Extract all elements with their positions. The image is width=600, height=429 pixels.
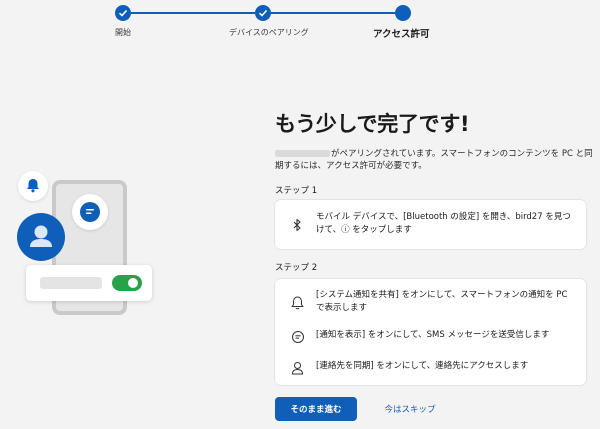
progress-stepper: 開始 デバイスのペアリング アクセス許可 — [0, 0, 600, 50]
placeholder-bar — [40, 277, 102, 289]
step-label-pairing: デバイスのペアリング — [229, 28, 309, 37]
bell-bubble — [18, 171, 48, 201]
toggle-card-illustration — [26, 265, 152, 301]
step-2-check-icon — [255, 5, 271, 21]
bell-icon — [291, 295, 304, 314]
person-icon — [291, 360, 304, 379]
avatar-icon — [17, 213, 65, 261]
step-1-check-icon — [115, 5, 131, 21]
toggle-switch-illustration — [112, 275, 142, 291]
message-bubble — [72, 194, 108, 230]
message-icon — [291, 329, 305, 348]
step-2-messages-instruction: [通知を表示] をオンにして、SMS メッセージを送受信します — [316, 330, 550, 340]
step-label-permission: アクセス許可 — [373, 29, 430, 40]
step-1-label: ステップ 1 — [275, 186, 318, 196]
list-item: [通知を表示] をオンにして、SMS メッセージを送受信します — [275, 328, 586, 348]
continue-button[interactable]: そのまま進む — [275, 397, 357, 421]
step-2-contacts-instruction: [連絡先を同期] をオンにして、連絡先にアクセスします — [316, 361, 529, 371]
page-title: もう少しで完了です! — [275, 112, 470, 136]
step-3-current-dot — [395, 5, 411, 21]
description-text: がペアリングされています。スマートフォンのコンテンツを PC と同期するには、ア… — [275, 148, 593, 172]
bell-icon — [27, 179, 39, 193]
step-2-notifications-instruction: [システム通知を共有] をオンにして、スマートフォンの通知を PC で表示します — [316, 290, 568, 313]
skip-link[interactable]: 今はスキップ — [380, 397, 440, 421]
step-connector — [131, 12, 255, 14]
bluetooth-icon — [291, 217, 303, 236]
step-connector — [271, 12, 395, 14]
step-label-start: 開始 — [115, 28, 131, 37]
toggle-knob — [128, 278, 138, 288]
redacted-device-name — [275, 150, 330, 157]
list-item: モバイル デバイスで、[Bluetooth の設定] を開き、bird27 を見… — [275, 200, 586, 249]
step-1-instruction: モバイル デバイスで、[Bluetooth の設定] を開き、bird27 を見… — [316, 212, 571, 235]
list-item: [システム通知を共有] をオンにして、スマートフォンの通知を PC で表示します — [275, 287, 586, 317]
step-2-card: [システム通知を共有] をオンにして、スマートフォンの通知を PC で表示します… — [275, 279, 586, 385]
list-item: [連絡先を同期] をオンにして、連絡先にアクセスします — [275, 359, 586, 379]
step-2-label: ステップ 2 — [275, 263, 318, 273]
message-icon — [80, 202, 100, 222]
step-1-card: モバイル デバイスで、[Bluetooth の設定] を開き、bird27 を見… — [275, 200, 586, 249]
